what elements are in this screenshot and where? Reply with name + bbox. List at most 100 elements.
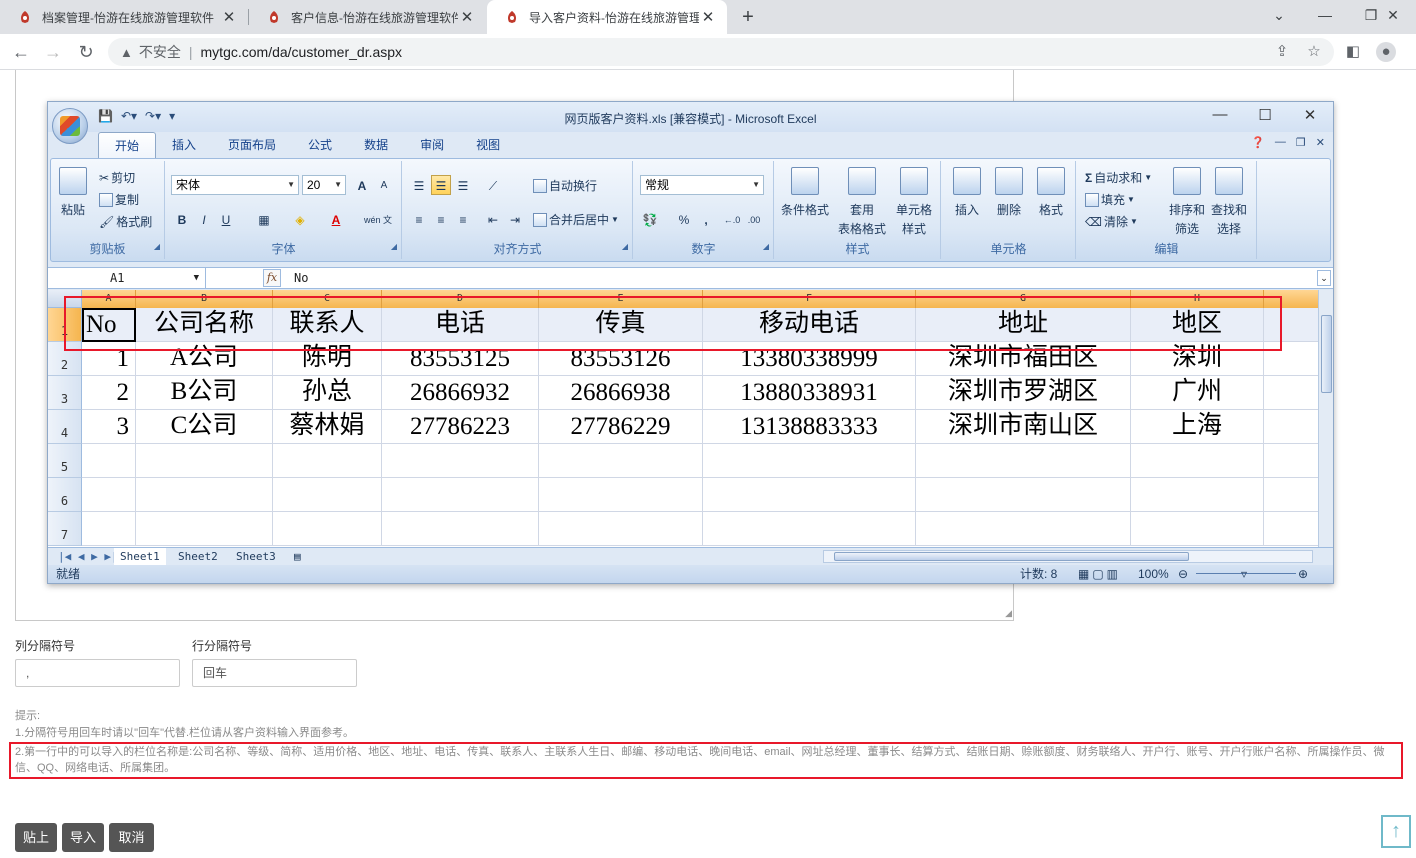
header-row-highlight bbox=[64, 296, 1282, 351]
table-cell: 深圳市罗湖区 bbox=[916, 376, 1131, 410]
reload-icon[interactable]: ↻ bbox=[73, 39, 99, 65]
insecure-label: 不安全 bbox=[138, 44, 181, 60]
group-label: 字体 ◢ bbox=[271, 242, 397, 256]
zoom-slider-thumb: ▿ bbox=[1241, 567, 1248, 581]
row-header: 7 bbox=[48, 512, 82, 546]
row-sep-input[interactable]: 回车 bbox=[192, 659, 357, 687]
tab-title: 档案管理-怡游在线旅游管理软件 bbox=[42, 10, 214, 25]
sigma-icon: Σ bbox=[1085, 170, 1093, 185]
conditional-format-icon bbox=[791, 167, 819, 195]
table-cell: 27786229 bbox=[539, 410, 703, 444]
warning-icon[interactable]: ▲ bbox=[120, 45, 133, 60]
table-cell bbox=[136, 512, 273, 546]
table-format-icon bbox=[848, 167, 876, 195]
table-cell bbox=[382, 512, 539, 546]
share-icon[interactable]: ⇪ bbox=[1272, 42, 1292, 62]
merge-icon bbox=[533, 212, 547, 227]
currency-icon: 💱 bbox=[642, 213, 658, 227]
sheet-tabs-bar: |◀ ◀ ▶ ▶| Sheet1 Sheet2 Sheet3 ▤ bbox=[48, 547, 1333, 565]
group-font: 宋体 ▼ 20 ▼ A A B I U ▦ ◈ A wén 文 字体 ◢ bbox=[166, 161, 402, 259]
close-window-icon[interactable]: ✕ bbox=[1370, 0, 1416, 34]
name-box: A1 ▼ bbox=[48, 268, 206, 288]
table-cell bbox=[136, 478, 273, 512]
autosum-button: Σ 自动求和 ▼ bbox=[1085, 170, 1153, 186]
forward-icon[interactable]: → bbox=[40, 39, 66, 65]
close-icon[interactable]: ✕ bbox=[458, 8, 476, 26]
table-cell bbox=[916, 444, 1131, 478]
table-cell bbox=[82, 512, 136, 546]
phonetic-button: wén 文 bbox=[363, 215, 392, 225]
side-panel-icon[interactable]: ◧ bbox=[1343, 42, 1363, 62]
table-cell: 13880338931 bbox=[703, 376, 916, 410]
excel-title-bar: 💾 ↶▾ ↷▾ ▾ 网页版客户资料.xls [兼容模式] - Microsoft… bbox=[48, 102, 1333, 132]
browser-tab-archive[interactable]: 档案管理-怡游在线旅游管理软件 ✕ bbox=[0, 0, 248, 34]
fill-color-icon: ◈ bbox=[295, 213, 305, 227]
empty-cell bbox=[1264, 478, 1318, 512]
clear-button: ⌫ 清除 ▼ bbox=[1085, 214, 1138, 230]
browser-tab-customer-info[interactable]: 客户信息-怡游在线旅游管理软件 ✕ bbox=[249, 0, 486, 34]
fill-button: 填充 ▼ bbox=[1085, 191, 1135, 208]
zoom-out-icon: ⊖ bbox=[1178, 567, 1189, 581]
wrap-icon bbox=[533, 178, 547, 193]
number-format-combo: 常规 ▼ bbox=[640, 175, 764, 195]
copy-icon bbox=[99, 192, 113, 207]
table-cell: 3 bbox=[82, 410, 136, 444]
formula-value: No bbox=[294, 271, 309, 285]
group-label: 样式 bbox=[845, 242, 870, 256]
minimize-icon[interactable]: — bbox=[1302, 0, 1348, 34]
align-right-icon: ≡ bbox=[459, 213, 467, 227]
launcher-icon: ◢ bbox=[621, 242, 628, 251]
tip-title: 提示: bbox=[15, 710, 41, 722]
align-middle-icon: ☰ bbox=[431, 175, 451, 195]
table-cell: 26866938 bbox=[539, 376, 703, 410]
group-styles: 条件格式 套用 表格格式 单元格 样式 样式 bbox=[775, 161, 941, 259]
resize-handle-icon[interactable]: ◢ bbox=[1005, 608, 1012, 619]
align-top-icon: ☰ bbox=[413, 179, 425, 193]
status-ready: 就绪 bbox=[56, 567, 81, 581]
profile-avatar-icon[interactable]: ● bbox=[1376, 42, 1396, 62]
app-logo-icon bbox=[18, 10, 32, 24]
row-header: 4 bbox=[48, 410, 82, 444]
group-label: 剪贴板 ◢ bbox=[89, 242, 160, 256]
merge-center-button: 合并后居中 ▼ bbox=[533, 211, 619, 228]
bold-button: B bbox=[177, 213, 187, 227]
tab-title: 客户信息-怡游在线旅游管理软件 bbox=[291, 10, 458, 25]
table-cell bbox=[382, 444, 539, 478]
close-icon[interactable]: ✕ bbox=[699, 8, 717, 26]
view-mode-icons: ▦▢▥ bbox=[1078, 567, 1122, 581]
excel-window-title: 网页版客户资料.xls [兼容模式] - Microsoft Excel bbox=[564, 112, 817, 126]
table-cell bbox=[703, 444, 916, 478]
back-icon[interactable]: ← bbox=[8, 39, 34, 65]
group-label: 数字 ◢ bbox=[691, 242, 769, 256]
launcher-icon: ◢ bbox=[390, 242, 397, 251]
orientation-icon: ⟋ bbox=[488, 179, 498, 193]
bookmark-star-icon[interactable]: ☆ bbox=[1304, 42, 1324, 62]
new-tab-icon[interactable]: + bbox=[736, 4, 760, 30]
table-cell bbox=[1131, 512, 1264, 546]
close-icon[interactable]: ✕ bbox=[220, 8, 238, 26]
address-bar[interactable]: ▲ 不安全 | mytgc.com/da/customer_dr.aspx bbox=[108, 38, 1334, 66]
fill-down-icon bbox=[1085, 192, 1099, 207]
sheet-tab-3: Sheet3 bbox=[236, 550, 276, 563]
import-button[interactable]: 导入 bbox=[62, 823, 104, 852]
row-header: 3 bbox=[48, 376, 82, 410]
table-cell bbox=[382, 478, 539, 512]
group-editing: Σ 自动求和 ▼ 填充 ▼ ⌫ 清除 ▼ 排序和 筛选 查找和 选择 编辑 bbox=[1077, 161, 1257, 259]
back-to-top-icon[interactable]: ↑ bbox=[1381, 815, 1411, 848]
formula-bar: A1 ▼ fx No ⌄ bbox=[48, 267, 1333, 289]
scroll-thumb bbox=[834, 552, 1189, 561]
font-color-icon: A bbox=[331, 213, 341, 227]
tab-search-icon[interactable]: ⌄ bbox=[1256, 0, 1302, 34]
cell-style-icon bbox=[900, 167, 928, 195]
table-cell: 孙总 bbox=[273, 376, 382, 410]
indent-decrease-icon: ⇤ bbox=[487, 213, 499, 227]
browser-tab-import[interactable]: 导入客户资料-怡游在线旅游管理 ✕ bbox=[487, 0, 727, 34]
col-sep-input[interactable]: , bbox=[15, 659, 180, 687]
table-cell: 广州 bbox=[1131, 376, 1264, 410]
table-cell bbox=[1131, 444, 1264, 478]
cancel-button[interactable]: 取消 bbox=[109, 823, 154, 852]
paste-button[interactable]: 贴上 bbox=[15, 823, 57, 852]
sheet-tab-1: Sheet1 bbox=[114, 548, 166, 565]
ribbon-tab-insert: 插入 bbox=[172, 138, 197, 152]
ribbon-tab-formula: 公式 bbox=[308, 138, 333, 152]
